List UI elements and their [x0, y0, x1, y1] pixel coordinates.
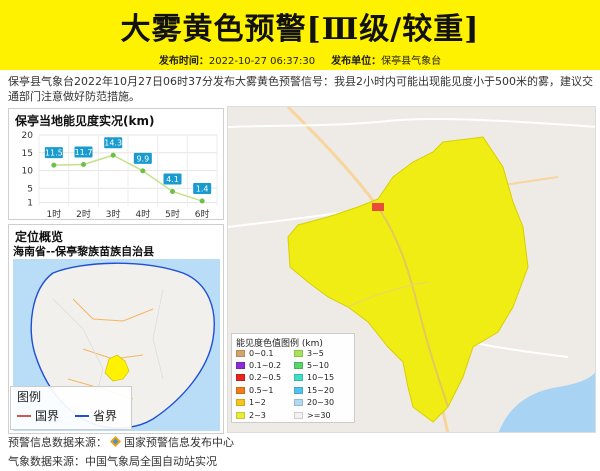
data-label: 11.7 — [75, 148, 93, 157]
legend-label: 1~2 — [249, 398, 266, 408]
weather-source-value: 中国气象局全国自动站实况 — [85, 455, 217, 468]
legend-swatch — [236, 349, 245, 357]
warning-center-logo-icon — [110, 436, 121, 447]
weather-source-label: 气象数据来源： — [8, 455, 85, 468]
legend-label: 5~10 — [307, 360, 329, 370]
legend-swatch — [236, 361, 245, 369]
legend-label: 0.2~0.5 — [249, 373, 282, 383]
sea-area — [498, 372, 595, 432]
legend-national-border-label: 国界 — [35, 409, 60, 423]
legend-item: 0.2~0.5 — [236, 373, 281, 383]
overview-legend-title: 图例 — [17, 390, 42, 404]
legend-label: 0~0.1 — [249, 348, 274, 358]
overview-legend: 图例 国界 省界 — [10, 386, 132, 430]
time-value: 2022-10-27 06:37:30 — [208, 56, 316, 67]
legend-swatch — [294, 399, 303, 407]
legend-swatch — [294, 361, 303, 369]
legend-label: >=30 — [307, 410, 331, 420]
legend-swatch — [294, 386, 303, 394]
warning-source: 预警信息数据来源： 国家预警信息发布中心 — [8, 434, 234, 450]
legend-label: 15~20 — [307, 385, 335, 395]
unit-value: 保亭县气象台 — [381, 56, 442, 67]
legend-item: >=30 — [294, 410, 331, 420]
legend-item: 5~10 — [294, 360, 329, 370]
y-tick-label: 1 — [27, 198, 33, 208]
legend-item: 15~20 — [294, 385, 334, 395]
legend-label: 20~30 — [307, 398, 335, 408]
x-tick-label: 3时 — [106, 208, 121, 220]
warning-meta: 发布时间：2022-10-27 06:37:30 发布单位：保亭县气象台 — [0, 52, 600, 67]
legend-swatch — [294, 374, 303, 382]
y-tick-label: 15 — [22, 149, 33, 159]
weather-source: 气象数据来源：中国气象局全国自动站实况 — [8, 453, 217, 469]
x-tick-label: 4时 — [135, 208, 150, 220]
legend-province-border-label: 省界 — [93, 409, 118, 423]
data-label: 4.1 — [166, 175, 179, 184]
data-point — [81, 161, 86, 167]
x-tick-label: 6时 — [195, 208, 210, 220]
legend-item: 20~30 — [294, 398, 334, 408]
data-point — [140, 168, 146, 174]
warning-source-value[interactable]: 国家预警信息发布中心 — [124, 436, 234, 449]
legend-label: 10~15 — [307, 373, 335, 383]
y-tick-label: 10 — [22, 167, 34, 177]
legend-national-border: 国界 — [17, 407, 59, 424]
legend-swatch — [236, 411, 245, 419]
unit-label: 发布单位： — [331, 56, 382, 67]
legend-item: 3~5 — [294, 348, 324, 358]
legend-item: 2~3 — [236, 410, 266, 420]
legend-province-border: 省界 — [75, 407, 117, 424]
warning-header: 大雾黄色预警[Ⅲ级/较重] 发布时间：2022-10-27 06:37:30 发布… — [0, 0, 600, 70]
visibility-chart: 20 15 10 5 1 11.5 1时 11.7 2时 14.3 3时 9.9 4时 4.1 5时 1.4 6… — [22, 131, 218, 220]
national-border-swatch — [17, 414, 31, 417]
legend-item: 0.5~1 — [236, 385, 274, 395]
legend-swatch — [236, 386, 245, 394]
data-label: 9.9 — [136, 154, 149, 163]
data-point — [110, 152, 116, 158]
y-tick-label: 20 — [22, 131, 34, 141]
legend-swatch — [236, 399, 245, 407]
x-tick-label: 1时 — [46, 208, 61, 220]
legend-item: 0.1~0.2 — [236, 360, 281, 370]
legend-swatch — [294, 411, 303, 419]
data-label: 1.4 — [196, 185, 209, 194]
legend-item: 0~0.1 — [236, 348, 274, 358]
visibility-panel: 保亭当地能见度实况(km) 20 15 10 5 1 11.5 1时 11.7 2时 14.3 3时… — [8, 108, 224, 220]
location-region: 海南省--保亭黎族苗族自治县 — [13, 245, 155, 258]
legend-item: 10~15 — [294, 373, 334, 383]
city-marker-icon — [372, 203, 384, 211]
y-tick-label: 5 — [27, 184, 33, 194]
legend-swatch — [236, 374, 245, 382]
data-point — [199, 198, 205, 204]
data-point — [170, 188, 175, 194]
province-border-swatch — [75, 414, 89, 417]
data-label: 14.3 — [104, 139, 122, 148]
legend-label: 3~5 — [307, 348, 324, 358]
legend-item: 1~2 — [236, 398, 266, 408]
warning-source-label: 预警信息数据来源： — [8, 436, 107, 449]
visibility-color-legend: 能见度色值图例 (km) 0~0.1 3~5 0.1~0.2 5~10 0.2~0.5 1… — [231, 333, 355, 423]
data-point — [51, 162, 57, 168]
x-tick-label: 2时 — [76, 208, 91, 220]
legend-swatch — [294, 349, 303, 357]
x-tick-label: 5时 — [165, 208, 180, 220]
legend-label: 2~3 — [249, 410, 266, 420]
data-label: 11.5 — [45, 149, 63, 158]
legend-label: 0.1~0.2 — [249, 360, 282, 370]
warning-description: 保亭县气象台2022年10月27日06时37分发布大雾黄色预警信号：我县2小时内… — [8, 75, 593, 103]
warning-title: 大雾黄色预警[Ⅲ级/较重] — [120, 12, 480, 47]
time-label: 发布时间： — [158, 56, 209, 67]
legend-label: 0.5~1 — [249, 385, 274, 395]
